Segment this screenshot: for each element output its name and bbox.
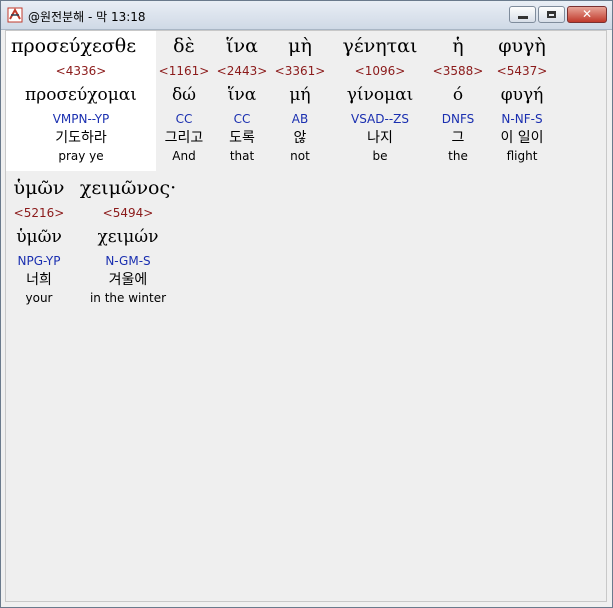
parsing-code: N-GM-S <box>105 254 151 268</box>
lemma-word: μή <box>289 85 311 105</box>
korean-gloss: 그 <box>451 130 465 146</box>
english-gloss: that <box>229 149 255 163</box>
app-window: @원전분해 - 막 13:18 ✕ προσεύχεσθε <4336> προ… <box>0 0 613 608</box>
word-column[interactable]: ἵνα <2443> ἵνα CC 도록 that <box>212 31 272 171</box>
word-column[interactable]: μὴ <3361> μή AB 않 not <box>272 31 328 171</box>
close-icon: ✕ <box>581 7 593 21</box>
parsing-code: NPG-YP <box>17 254 61 268</box>
greek-word: ἵνα <box>226 35 258 57</box>
lemma-word: ὑμῶν <box>16 227 62 247</box>
title-bar[interactable]: @원전분해 - 막 13:18 ✕ <box>1 1 612 30</box>
english-gloss: in the winter <box>89 291 167 305</box>
strong-number: <3361> <box>274 64 326 78</box>
maximize-button[interactable] <box>538 6 565 23</box>
english-gloss: be <box>372 149 388 163</box>
parsing-code: DNFS <box>441 112 475 126</box>
parsing-code: VSAD--ZS <box>351 112 409 126</box>
korean-gloss: 나지 <box>367 130 393 146</box>
minimize-button[interactable] <box>509 6 536 23</box>
strong-number: <3588> <box>432 64 484 78</box>
strong-number: <1096> <box>354 64 406 78</box>
strong-number: <1161> <box>158 64 210 78</box>
english-gloss: not <box>290 149 310 163</box>
strong-number: <2443> <box>216 64 268 78</box>
strong-number: <4336> <box>55 64 107 78</box>
lemma-word: δώ <box>171 85 197 105</box>
minimize-icon <box>518 16 528 19</box>
interlinear-panel: προσεύχεσθε <4336> προσεύχομαι VMPN--YP … <box>5 30 607 602</box>
korean-gloss: 이 일이 <box>500 130 544 146</box>
lemma-word: ό <box>452 85 464 105</box>
english-gloss: the <box>448 149 468 163</box>
lemma-word: προσεύχομαι <box>25 85 137 105</box>
greek-word: γένηται <box>342 35 418 57</box>
english-gloss: flight <box>506 149 538 163</box>
korean-gloss: 너희 <box>26 272 52 288</box>
lemma-word: ἵνα <box>227 85 257 105</box>
parsing-code: N-NF-S <box>501 112 543 126</box>
english-gloss: And <box>172 149 196 163</box>
greek-word: προσεύχεσθε <box>11 35 137 57</box>
parsing-code: CC <box>233 112 251 126</box>
parsing-code: VMPN--YP <box>52 112 110 126</box>
lemma-word: χειμών <box>97 227 159 247</box>
korean-gloss: 그리고 <box>164 130 204 146</box>
word-column[interactable]: δὲ <1161> δώ CC 그리고 And <box>156 31 212 171</box>
greek-word: μὴ <box>288 35 312 57</box>
word-column[interactable]: προσεύχεσθε <4336> προσεύχομαι VMPN--YP … <box>6 31 156 171</box>
word-column[interactable]: ἡ <3588> ό DNFS 그 the <box>432 31 484 171</box>
lemma-word: φυγή <box>500 85 544 105</box>
strong-number: <5437> <box>496 64 548 78</box>
word-column[interactable]: φυγὴ <5437> φυγή N-NF-S 이 일이 flight <box>484 31 560 171</box>
lemma-word: γίνομαι <box>346 85 414 105</box>
strong-number: <5494> <box>102 206 154 220</box>
korean-gloss: 않 <box>293 130 307 146</box>
parsing-code: AB <box>291 112 309 126</box>
korean-gloss: 겨울에 <box>108 272 148 288</box>
greek-word: φυγὴ <box>498 35 546 57</box>
parsing-code: CC <box>175 112 193 126</box>
app-logo-icon <box>7 7 23 23</box>
english-gloss: pray ye <box>58 149 104 163</box>
korean-gloss: 도록 <box>229 130 255 146</box>
greek-word: ὑμῶν <box>13 177 65 199</box>
greek-word: χειμῶνος· <box>79 177 177 199</box>
word-column[interactable]: γένηται <1096> γίνομαι VSAD--ZS 나지 be <box>328 31 432 171</box>
maximize-icon <box>547 11 556 18</box>
word-column[interactable]: ὑμῶν <5216> ὑμῶν NPG-YP 너희 your <box>6 173 72 313</box>
greek-word: δὲ <box>173 35 195 57</box>
korean-gloss: 기도하라 <box>55 130 107 146</box>
greek-word: ἡ <box>452 35 464 57</box>
english-gloss: your <box>25 291 53 305</box>
word-column[interactable]: χειμῶνος· <5494> χειμών N-GM-S 겨울에 in th… <box>72 173 184 313</box>
strong-number: <5216> <box>13 206 65 220</box>
close-button[interactable]: ✕ <box>567 6 607 23</box>
window-title: @원전분해 - 막 13:18 <box>28 10 146 24</box>
